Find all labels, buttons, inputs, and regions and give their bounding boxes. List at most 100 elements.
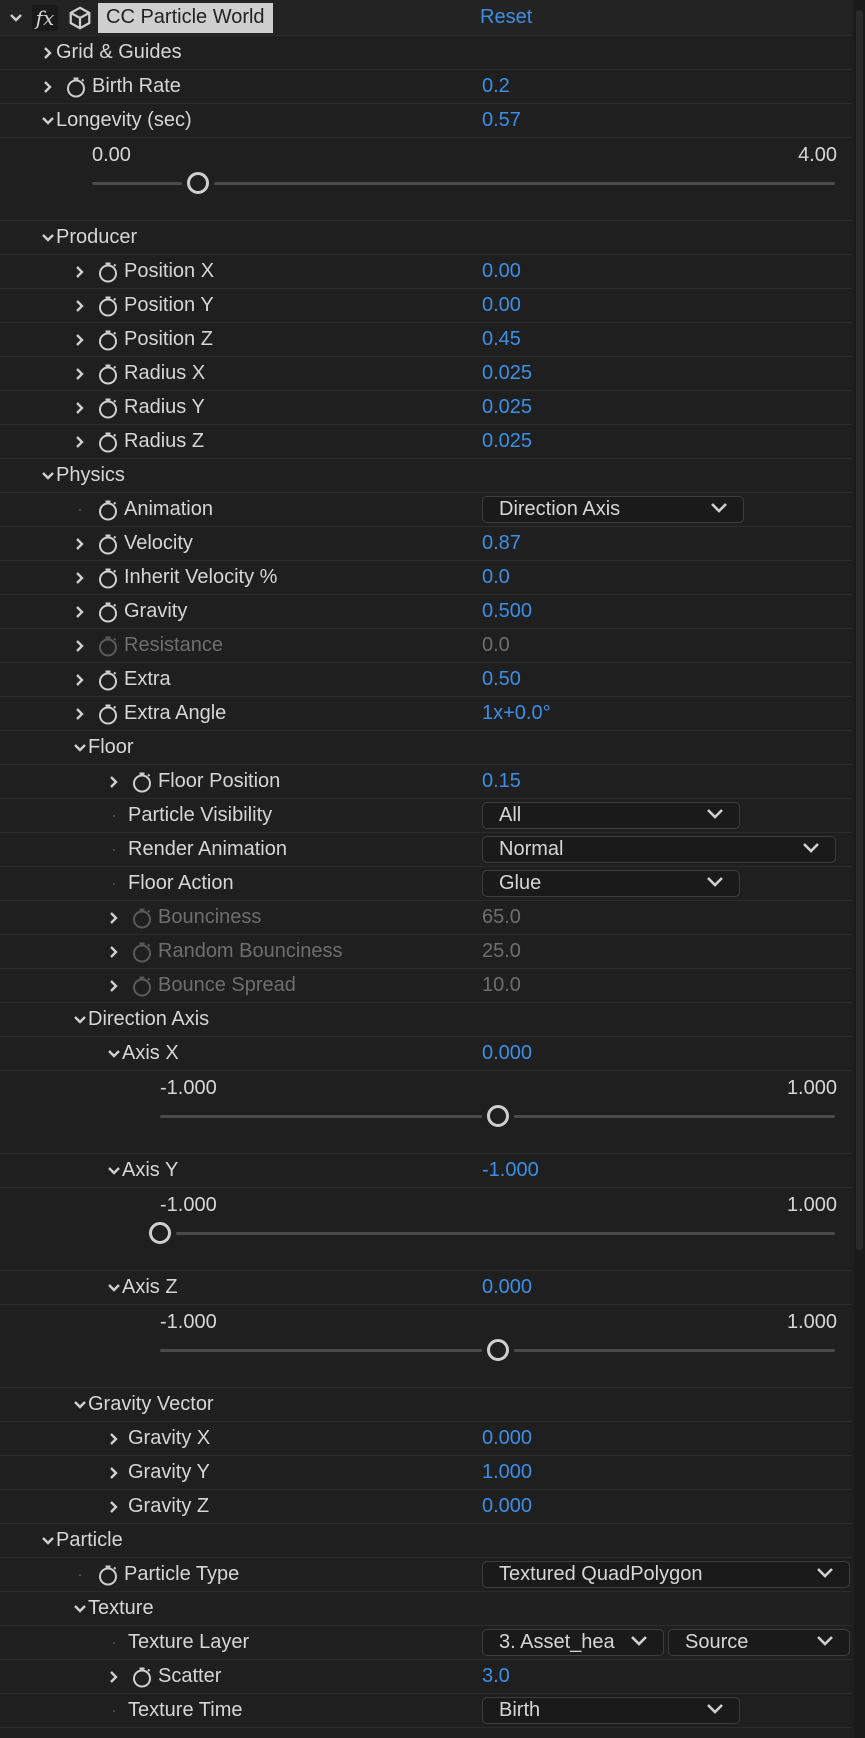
property-value[interactable]: 0.000 [482,1495,532,1518]
property-value[interactable]: 0.00 [482,260,521,283]
stopwatch-icon[interactable] [96,668,120,692]
chevron-down-icon[interactable] [40,468,56,484]
layer-dropdown[interactable]: 3. Asset_hea [482,1629,664,1656]
chevron-down-icon[interactable] [40,230,56,246]
slider-thumb[interactable] [486,1339,509,1361]
fx-icon[interactable]: fx [32,4,58,31]
stopwatch-icon[interactable] [96,600,120,624]
chevron-right-icon[interactable] [106,1499,122,1515]
chevron-right-icon[interactable] [72,604,88,620]
stopwatch-icon[interactable] [96,430,120,454]
stopwatch-icon[interactable] [130,1665,154,1689]
property-value[interactable]: 0.00 [482,294,521,317]
property-value[interactable]: 0.025 [482,362,532,385]
property-value[interactable]: 0.000 [482,1427,532,1450]
slider-track[interactable] [176,1232,835,1235]
stopwatch-icon[interactable] [64,75,88,99]
stopwatch-icon[interactable] [130,770,154,794]
stopwatch-icon[interactable] [96,532,120,556]
chevron-right-icon[interactable] [72,366,88,382]
property-value[interactable]: 0.50 [482,668,521,691]
property-value[interactable]: 0.025 [482,396,532,419]
chevron-right-icon[interactable] [40,79,56,95]
chevron-right-icon[interactable] [106,944,122,960]
chevron-right-icon[interactable] [106,1465,122,1481]
chevron-down-icon[interactable] [8,10,24,26]
slider-track[interactable] [513,1349,835,1352]
slider-axis-x[interactable]: -1.000 1.000 [0,1071,852,1154]
chevron-right-icon[interactable] [72,264,88,280]
chevron-down-icon[interactable] [40,113,56,129]
property-value[interactable]: 0.000 [482,1042,532,1065]
chevron-right-icon[interactable] [40,45,56,61]
property-dropdown[interactable]: Textured QuadPolygon [482,1561,850,1588]
property-value[interactable]: 0.2 [482,75,510,98]
chevron-right-icon[interactable] [72,298,88,314]
stopwatch-icon[interactable] [96,702,120,726]
property-dropdown[interactable]: Direction Axis [482,496,744,523]
property-dropdown[interactable]: All [482,802,740,829]
stopwatch-icon[interactable] [96,566,120,590]
chevron-right-icon[interactable] [72,434,88,450]
slider-longevity[interactable]: 0.00 4.00 [0,138,852,221]
chevron-right-icon[interactable] [72,638,88,654]
chevron-down-icon[interactable] [106,1163,122,1179]
chevron-right-icon[interactable] [106,1431,122,1447]
stopwatch-icon[interactable] [96,498,120,522]
slider-axis-z[interactable]: -1.000 1.000 [0,1305,852,1388]
property-value[interactable]: 0.45 [482,328,521,351]
chevron-down-icon[interactable] [106,1280,122,1296]
scrollbar-thumb[interactable] [856,10,863,1250]
property-value[interactable]: 0.025 [482,430,532,453]
stopwatch-icon[interactable] [96,328,120,352]
property-value[interactable]: 0.57 [482,109,521,132]
slider-thumb[interactable] [149,1222,171,1244]
property-value[interactable]: -1.000 [482,1159,539,1182]
reset-link[interactable]: Reset [480,6,532,29]
property-value[interactable]: 3.0 [482,1665,510,1688]
property-value[interactable]: 0.15 [482,770,521,793]
chevron-right-icon[interactable] [72,570,88,586]
chevron-down-icon[interactable] [72,1601,88,1617]
property-dropdown[interactable]: Glue [482,870,740,897]
property-value[interactable]: 1x+0.0° [482,702,551,725]
source-dropdown[interactable]: Source [668,1629,850,1656]
property-value[interactable]: 0.87 [482,532,521,555]
chevron-right-icon[interactable] [72,706,88,722]
chevron-right-icon[interactable] [106,910,122,926]
property-value[interactable]: 1.000 [482,1461,532,1484]
chevron-down-icon[interactable] [106,1046,122,1062]
slider-track[interactable] [160,1349,482,1352]
slider-track[interactable] [213,182,835,185]
chevron-right-icon[interactable] [106,1669,122,1685]
slider-track[interactable] [513,1115,835,1118]
chevron-down-icon[interactable] [40,1533,56,1549]
stopwatch-icon[interactable] [96,362,120,386]
chevron-down-icon[interactable] [72,1012,88,1028]
chevron-down-icon[interactable] [72,740,88,756]
property-value[interactable]: 0.000 [482,1276,532,1299]
slider-thumb[interactable] [486,1105,509,1127]
stopwatch-icon[interactable] [96,294,120,318]
dropdown-value: Direction Axis [499,498,621,520]
chevron-right-icon[interactable] [72,536,88,552]
slider-axis-y[interactable]: -1.000 1.000 [0,1188,852,1271]
property-value[interactable]: 0.500 [482,600,532,623]
stopwatch-icon[interactable] [96,396,120,420]
vertical-scrollbar[interactable] [854,0,865,1738]
property-value[interactable]: 0.0 [482,566,510,589]
stopwatch-icon[interactable] [96,260,120,284]
effect-name[interactable]: CC Particle World [98,2,273,33]
chevron-right-icon[interactable] [72,332,88,348]
property-dropdown[interactable]: Normal [482,836,836,863]
chevron-right-icon[interactable] [72,400,88,416]
chevron-right-icon[interactable] [106,774,122,790]
chevron-right-icon[interactable] [106,978,122,994]
slider-track[interactable] [160,1115,482,1118]
property-dropdown[interactable]: Birth [482,1697,740,1724]
chevron-right-icon[interactable] [72,672,88,688]
stopwatch-icon[interactable] [96,1563,120,1587]
chevron-down-icon[interactable] [72,1397,88,1413]
slider-thumb[interactable] [186,172,209,194]
slider-track[interactable] [92,182,182,185]
